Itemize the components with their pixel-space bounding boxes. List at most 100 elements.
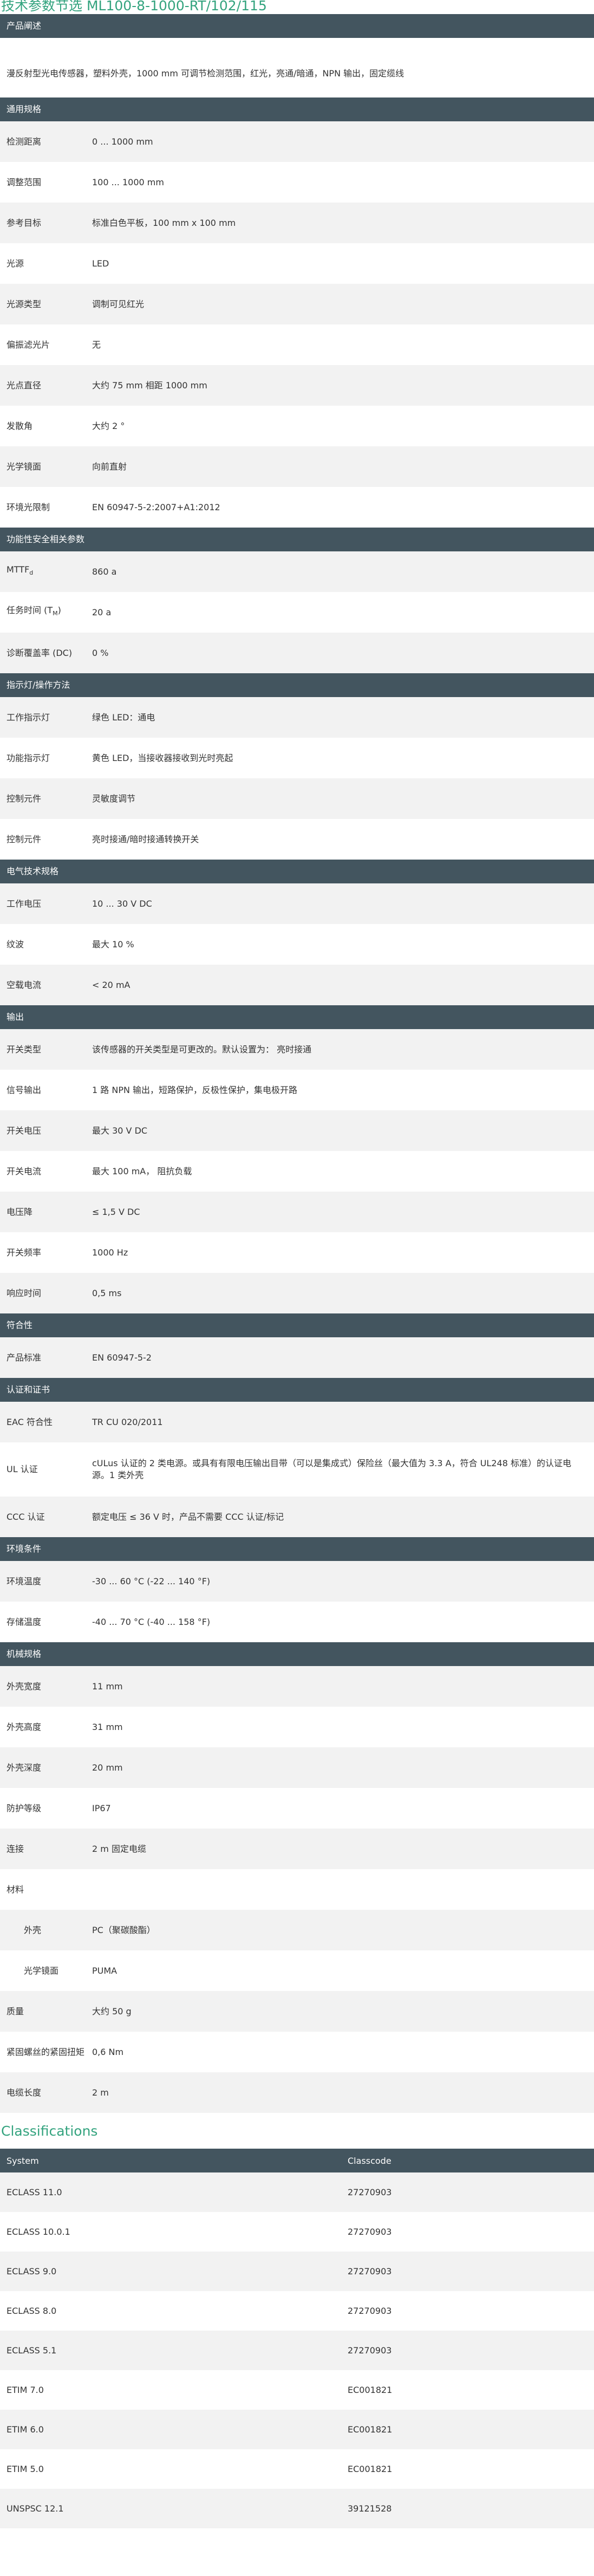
page-title: 技术参数节选 ML100-8-1000-RT/102/115 (1, 0, 267, 14)
spec-label-text: 外壳高度 (6, 1721, 42, 1732)
spec-label-text: 电缆长度 (6, 2087, 42, 2098)
spec-value: 额定电压 ≤ 36 V 时，产品不需要 CCC 认证/标记 (92, 1511, 284, 1522)
spec-row: 纹波 最大 10 % (0, 924, 594, 965)
spec-value: -40 ... 70 °C (-40 ... 158 °F) (92, 1616, 211, 1627)
spec-label-text: 连接 (6, 1843, 24, 1854)
spec-value: 20 a (92, 607, 112, 617)
spec-label-text: 诊断覆盖率 (DC) (6, 647, 73, 658)
spec-label-text: 开关电压 (6, 1125, 42, 1136)
table-row: ECLASS 5.1 27270903 (0, 2331, 594, 2370)
section-header: 电气技术规格 (0, 860, 594, 883)
spec-value: 标准白色平板，100 mm x 100 mm (92, 217, 236, 228)
spec-label: 检测距离 (0, 136, 92, 148)
spec-value: 31 mm (92, 1721, 123, 1732)
spec-row: 诊断覆盖率 (DC) 0 % (0, 633, 594, 673)
spec-row: 防护等级 IP67 (0, 1788, 594, 1829)
spec-value: 20 mm (92, 1762, 123, 1773)
spec-section: 认证和证书 EAC 符合性 TR CU 020/2011 UL 认证 cULus 认证的… (0, 1378, 594, 1537)
spec-label-text: 信号输出 (6, 1084, 42, 1095)
spec-value: TR CU 020/2011 (92, 1416, 163, 1427)
spec-row: 控制元件 亮时接通/暗时接通转换开关 (0, 819, 594, 860)
spec-value: 2 m (92, 2087, 109, 2098)
spec-label: 控制元件 (0, 793, 92, 805)
spec-label: 开关类型 (0, 1044, 92, 1056)
classifications-table-header: System Classcode (0, 2149, 594, 2172)
spec-label-text: 光学镜面 (6, 461, 42, 472)
spec-row: 环境光限制 EN 60947-5-2:2007+A1:2012 (0, 487, 594, 528)
spec-label-subscript: d (29, 569, 34, 577)
table-row: ECLASS 9.0 27270903 (0, 2252, 594, 2291)
spec-label-subscript: M (53, 610, 58, 617)
classification-code: EC001821 (348, 2464, 393, 2474)
spec-row: 存储温度 -40 ... 70 °C (-40 ... 158 °F) (0, 1602, 594, 1642)
spec-label-text: 功能指示灯 (6, 752, 50, 763)
spec-label-text: 外壳 (24, 1924, 42, 1935)
spec-label: 工作指示灯 (0, 712, 92, 724)
classification-system: ECLASS 9.0 (6, 2266, 57, 2276)
spec-label-text: MTTF (6, 564, 30, 575)
spec-value: 最大 10 % (92, 939, 134, 949)
spec-section: 通用规格 检测距离 0 ... 1000 mm 调整范围 100 ... 1000 mm… (0, 97, 594, 528)
spec-label-text: 环境光限制 (6, 502, 50, 512)
spec-row: 检测距离 0 ... 1000 mm (0, 121, 594, 162)
spec-label-text: 控制元件 (6, 834, 42, 844)
spec-label: 光学镜面 (0, 461, 92, 473)
table-row: UNSPSC 12.1 39121528 (0, 2489, 594, 2528)
section-rows: 外壳宽度 11 mm 外壳高度 31 mm 外壳深度 20 mm 防护等级 IP67 连接 2 m… (0, 1666, 594, 2113)
spec-row: CCC 认证 额定电压 ≤ 36 V 时，产品不需要 CCC 认证/标记 (0, 1497, 594, 1537)
spec-label: 偏振滤光片 (0, 339, 92, 351)
spec-value: EN 60947-5-2:2007+A1:2012 (92, 502, 220, 512)
classification-code: 27270903 (348, 2227, 392, 2237)
spec-label: 信号输出 (0, 1084, 92, 1096)
spec-label: 任务时间 (TM) (0, 604, 92, 620)
spec-label: 紧固螺丝的紧固扭矩 (0, 2046, 92, 2058)
classification-code: EC001821 (348, 2385, 393, 2395)
spec-label-text: 纹波 (6, 939, 24, 949)
spec-label-text: 存储温度 (6, 1616, 42, 1627)
spec-value: EN 60947-5-2 (92, 1352, 152, 1363)
spec-row: 发散角 大约 2 ° (0, 406, 594, 446)
spec-section: 电气技术规格 工作电压 10 ... 30 V DC 纹波 最大 10 % 空载电流 < 2… (0, 860, 594, 1005)
spec-sections: 通用规格 检测距离 0 ... 1000 mm 调整范围 100 ... 1000 mm… (0, 97, 594, 2113)
column-header-system: System (6, 2155, 39, 2166)
spec-row: 外壳高度 31 mm (0, 1707, 594, 1747)
spec-label: 响应时间 (0, 1287, 92, 1299)
spec-label-text: 环境温度 (6, 1576, 42, 1586)
spec-row: EAC 符合性 TR CU 020/2011 (0, 1402, 594, 1442)
spec-label-text: 光源 (6, 258, 24, 269)
spec-section: 输出 开关类型 该传感器的开关类型是可更改的。默认设置为： 亮时接通 信号输出 1 路 … (0, 1005, 594, 1313)
spec-value: < 20 mA (92, 979, 130, 990)
classification-system: ECLASS 8.0 (6, 2306, 57, 2316)
spec-label: 纹波 (0, 939, 92, 951)
section-header: 符合性 (0, 1313, 594, 1337)
classification-code: 27270903 (348, 2266, 392, 2276)
spec-label: 防护等级 (0, 1803, 92, 1814)
spec-value: PUMA (92, 1965, 118, 1976)
spec-label-text: 调整范围 (6, 177, 42, 187)
spec-value: 0,5 ms (92, 1287, 122, 1298)
spec-value: ≤ 1,5 V DC (92, 1206, 140, 1217)
spec-row: 质量 大约 50 g (0, 1991, 594, 2032)
section-rows: 开关类型 该传感器的开关类型是可更改的。默认设置为： 亮时接通 信号输出 1 路 NP… (0, 1029, 594, 1313)
spec-label-text: 外壳宽度 (6, 1681, 42, 1692)
spec-value: 大约 2 ° (92, 420, 125, 431)
spec-label-text: 偏振滤光片 (6, 339, 50, 350)
spec-row: 电缆长度 2 m (0, 2072, 594, 2113)
spec-value: 11 mm (92, 1681, 123, 1692)
spec-value: 向前直射 (92, 461, 127, 472)
spec-label: 环境温度 (0, 1576, 92, 1588)
classification-code: 27270903 (348, 2187, 392, 2197)
section-header: 通用规格 (0, 97, 594, 121)
spec-row: 开关类型 该传感器的开关类型是可更改的。默认设置为： 亮时接通 (0, 1029, 594, 1070)
spec-label-text: EAC 符合性 (6, 1416, 53, 1427)
spec-label-text: 工作电压 (6, 898, 42, 909)
spec-label-text: 空载电流 (6, 979, 42, 990)
spec-value: LED (92, 258, 109, 269)
spec-value: 0 % (92, 647, 109, 658)
spec-row: 产品标准 EN 60947-5-2 (0, 1337, 594, 1378)
spec-label: CCC 认证 (0, 1511, 92, 1523)
classification-system: ETIM 5.0 (6, 2464, 44, 2474)
table-row: ETIM 7.0 EC001821 (0, 2370, 594, 2410)
spec-section: 指示灯/操作方法 工作指示灯 绿色 LED：通电 功能指示灯 黄色 LED，当接收器接收… (0, 673, 594, 860)
spec-row: 工作电压 10 ... 30 V DC (0, 883, 594, 924)
